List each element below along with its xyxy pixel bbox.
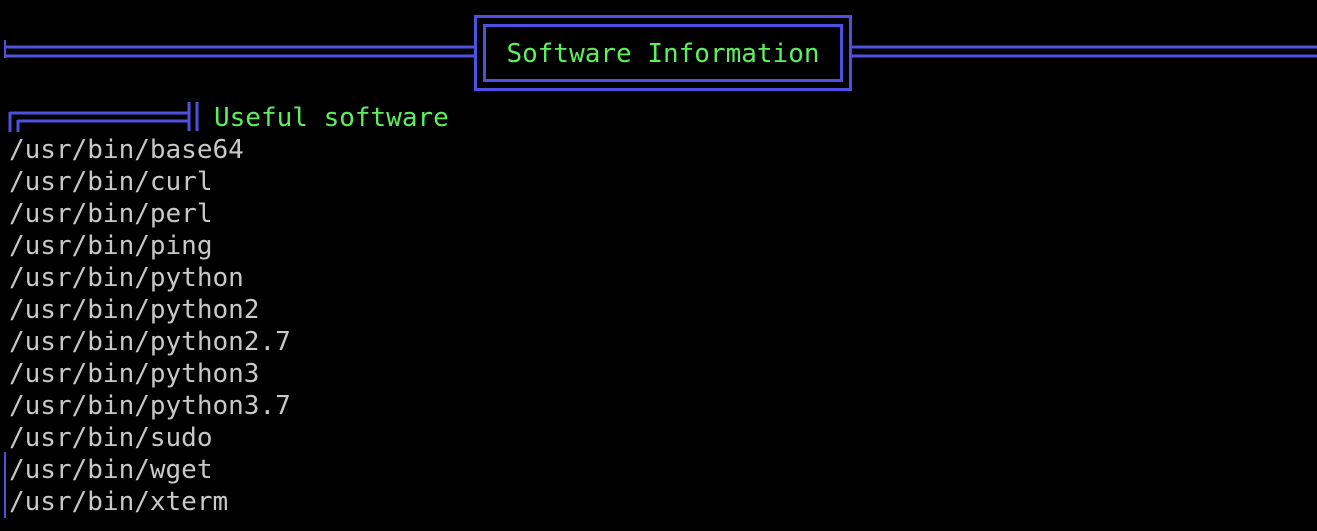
list-item: /usr/bin/python2 bbox=[9, 295, 260, 325]
list-item: /usr/bin/ping bbox=[9, 231, 213, 261]
header-rule-right bbox=[850, 45, 1317, 58]
list-item: /usr/bin/xterm bbox=[9, 487, 229, 517]
list-item: /usr/bin/perl bbox=[9, 199, 213, 229]
section-bracket bbox=[8, 102, 199, 132]
list-item: /usr/bin/python3 bbox=[9, 359, 260, 389]
list-item: /usr/bin/sudo bbox=[9, 423, 213, 453]
software-list: /usr/bin/base64 /usr/bin/curl /usr/bin/p… bbox=[9, 134, 291, 518]
header-rule-left bbox=[6, 45, 476, 58]
section-title: Useful software bbox=[214, 103, 449, 133]
list-item: /usr/bin/python bbox=[9, 263, 244, 293]
list-item: /usr/bin/curl bbox=[9, 167, 213, 197]
list-item: /usr/bin/python3.7 bbox=[9, 391, 291, 421]
list-item: /usr/bin/python2.7 bbox=[9, 327, 291, 357]
page-title: Software Information bbox=[506, 39, 820, 69]
list-item: /usr/bin/wget bbox=[9, 455, 213, 485]
list-item: /usr/bin/base64 bbox=[9, 135, 244, 165]
